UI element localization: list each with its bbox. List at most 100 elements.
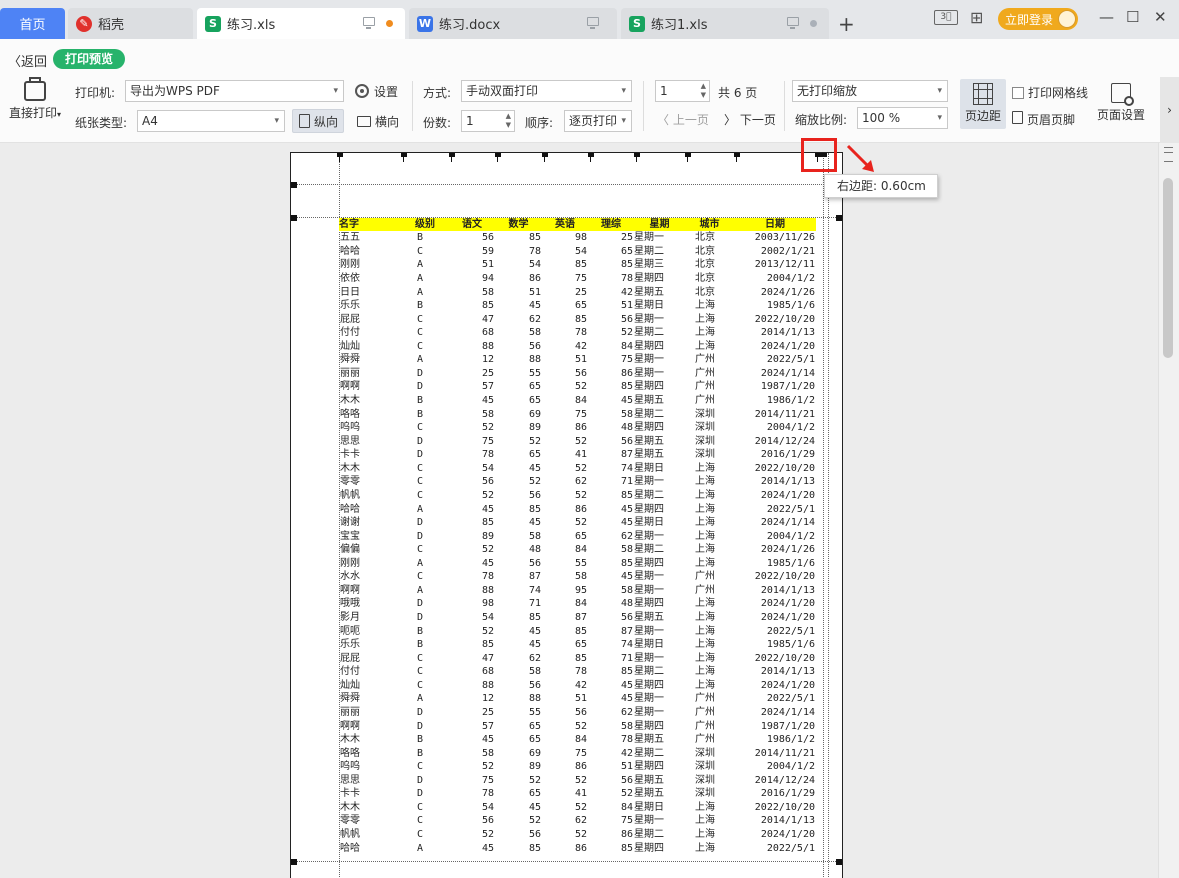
table-cell: D bbox=[417, 598, 424, 610]
table-cell: 52 bbox=[481, 829, 494, 841]
table-cell: 1987/1/20 bbox=[760, 720, 815, 732]
column-handle[interactable] bbox=[588, 153, 594, 162]
login-button[interactable]: 立即登录 bbox=[998, 8, 1078, 30]
table-cell: 1985/1/6 bbox=[766, 557, 815, 569]
table-cell: 87 bbox=[620, 449, 633, 461]
zoom-select[interactable]: 100 % ▾ bbox=[857, 107, 948, 129]
table-cell: 25 bbox=[481, 367, 494, 379]
table-cell: 84 bbox=[574, 395, 587, 407]
tab-daoke[interactable]: ✎ 稻壳 bbox=[68, 8, 193, 39]
tab-doc-file[interactable]: W 练习.docx bbox=[409, 8, 617, 39]
margins-button[interactable]: 页边距 bbox=[960, 79, 1006, 129]
direct-print-label: 直接打印 bbox=[8, 106, 57, 120]
paper-type-select[interactable]: A4 ▾ bbox=[137, 110, 285, 132]
column-handle[interactable] bbox=[685, 153, 691, 162]
apps-grid-icon[interactable]: ⊞ bbox=[970, 8, 983, 27]
table-cell: 56 bbox=[481, 232, 494, 244]
table-cell: 75 bbox=[574, 272, 587, 284]
scrollbar-thumb[interactable] bbox=[1163, 178, 1173, 358]
column-handle[interactable] bbox=[542, 153, 548, 162]
table-cell: 88 bbox=[481, 679, 494, 691]
table-cell: 58 bbox=[620, 408, 633, 420]
copies-stepper[interactable]: 1 ▲ ▼ bbox=[461, 110, 515, 132]
maximize-button[interactable]: ☐ bbox=[1126, 8, 1139, 26]
close-button[interactable]: ✕ bbox=[1154, 8, 1167, 26]
table-cell: 2024/1/14 bbox=[760, 367, 815, 379]
zoom-label: 缩放比例: bbox=[795, 113, 848, 127]
table-cell: 65 bbox=[528, 449, 541, 461]
header-margin-handle[interactable] bbox=[291, 182, 297, 188]
toolbar-scroll-right-icon[interactable]: › bbox=[1160, 77, 1179, 143]
top-margin-handle[interactable] bbox=[836, 215, 842, 221]
table-cell: 星期一 bbox=[634, 652, 664, 664]
table-cell: 58 bbox=[574, 571, 587, 583]
table-cell: 59 bbox=[481, 245, 494, 257]
landscape-button[interactable]: 横向 bbox=[355, 109, 399, 133]
print-gridlines-checkbox[interactable]: 打印网格线 bbox=[1012, 84, 1088, 101]
right-margin-line[interactable] bbox=[823, 153, 824, 878]
direct-print-button[interactable]: 直接打印▾ bbox=[6, 77, 64, 121]
right-margin-highlight bbox=[801, 138, 837, 172]
column-header: 数学 bbox=[495, 218, 542, 231]
table-cell: D bbox=[417, 367, 424, 379]
page-setup-button[interactable]: 页面设置 bbox=[1093, 83, 1149, 123]
table-cell: 56 bbox=[620, 313, 633, 325]
tab-active-file[interactable]: S 练习.xls bbox=[197, 8, 405, 39]
table-cell: 上海 bbox=[695, 801, 715, 813]
login-label: 立即登录 bbox=[1005, 12, 1054, 27]
right-margin-line-2[interactable] bbox=[828, 153, 829, 878]
table-cell: 1987/1/20 bbox=[760, 381, 815, 393]
table-cell: 58 bbox=[528, 666, 541, 678]
next-page-button[interactable]: 〉 下一页 bbox=[724, 111, 776, 128]
column-handle[interactable] bbox=[337, 153, 343, 162]
table-cell: 2014/1/13 bbox=[760, 584, 815, 596]
print-order-select[interactable]: 逐页打印 ▾ bbox=[564, 110, 632, 132]
table-row: 五五 B 56 85 98 25 星期一 北京 2003/11/26 bbox=[339, 231, 816, 245]
printer-select[interactable]: 导出为WPS PDF ▾ bbox=[125, 80, 344, 102]
portrait-button[interactable]: 纵向 bbox=[292, 109, 344, 133]
table-cell: 52 bbox=[528, 435, 541, 447]
column-header: 级别 bbox=[401, 218, 449, 231]
header-margin-line[interactable] bbox=[291, 184, 842, 185]
prev-page-button[interactable]: 〈 上一页 bbox=[657, 111, 709, 128]
table-cell: C bbox=[417, 571, 424, 583]
top-margin-handle[interactable] bbox=[291, 215, 297, 221]
new-tab-button[interactable]: + bbox=[838, 12, 855, 36]
stepper-arrows-icon[interactable]: ▲ ▼ bbox=[506, 112, 511, 130]
column-handle[interactable] bbox=[634, 153, 640, 162]
printer-settings-button[interactable]: 设置 bbox=[355, 79, 398, 103]
window-mode-icon[interactable]: 3⃞ bbox=[934, 10, 958, 25]
stepper-arrows-icon[interactable]: ▲ ▼ bbox=[701, 82, 706, 100]
table-cell: 2013/12/11 bbox=[754, 259, 815, 271]
table-cell: 56 bbox=[620, 774, 633, 786]
column-handle[interactable] bbox=[495, 153, 501, 162]
print-method-select[interactable]: 手动双面打印 ▾ bbox=[461, 80, 632, 102]
bottom-margin-handle[interactable] bbox=[291, 859, 297, 865]
bottom-margin-line[interactable] bbox=[291, 861, 842, 862]
scale-mode-select[interactable]: 无打印缩放 ▾ bbox=[792, 80, 948, 102]
tab-home[interactable]: 首页 bbox=[0, 8, 65, 39]
column-handle[interactable] bbox=[449, 153, 455, 162]
table-cell: 56 bbox=[528, 557, 541, 569]
table-row: 零零 C 56 52 62 71 星期一 上海 2014/1/13 bbox=[339, 475, 816, 489]
table-cell: 85 bbox=[620, 259, 633, 271]
table-cell: 北京 bbox=[695, 286, 715, 298]
column-handle[interactable] bbox=[734, 153, 740, 162]
table-cell: 星期四 bbox=[634, 272, 664, 284]
table-cell: 71 bbox=[620, 476, 633, 488]
vertical-scrollbar[interactable] bbox=[1158, 143, 1179, 878]
bottom-margin-handle[interactable] bbox=[836, 859, 842, 865]
column-handle[interactable] bbox=[401, 153, 407, 162]
tab-xls1-file[interactable]: S 练习1.xls bbox=[621, 8, 829, 39]
table-cell: 85 bbox=[574, 259, 587, 271]
back-button[interactable]: 〈返回 bbox=[8, 51, 47, 70]
table-cell: 星期五 bbox=[634, 774, 664, 786]
table-cell: 45 bbox=[481, 503, 494, 515]
column-header: 城市 bbox=[685, 218, 734, 231]
table-cell: 12 bbox=[481, 693, 494, 705]
header-footer-button[interactable]: 页眉页脚 bbox=[1012, 111, 1075, 128]
page-number-stepper[interactable]: 1 ▲ ▼ bbox=[655, 80, 710, 102]
minimize-button[interactable]: — bbox=[1099, 8, 1114, 26]
table-cell: 2022/5/1 bbox=[766, 842, 815, 854]
table-cell: 58 bbox=[620, 720, 633, 732]
